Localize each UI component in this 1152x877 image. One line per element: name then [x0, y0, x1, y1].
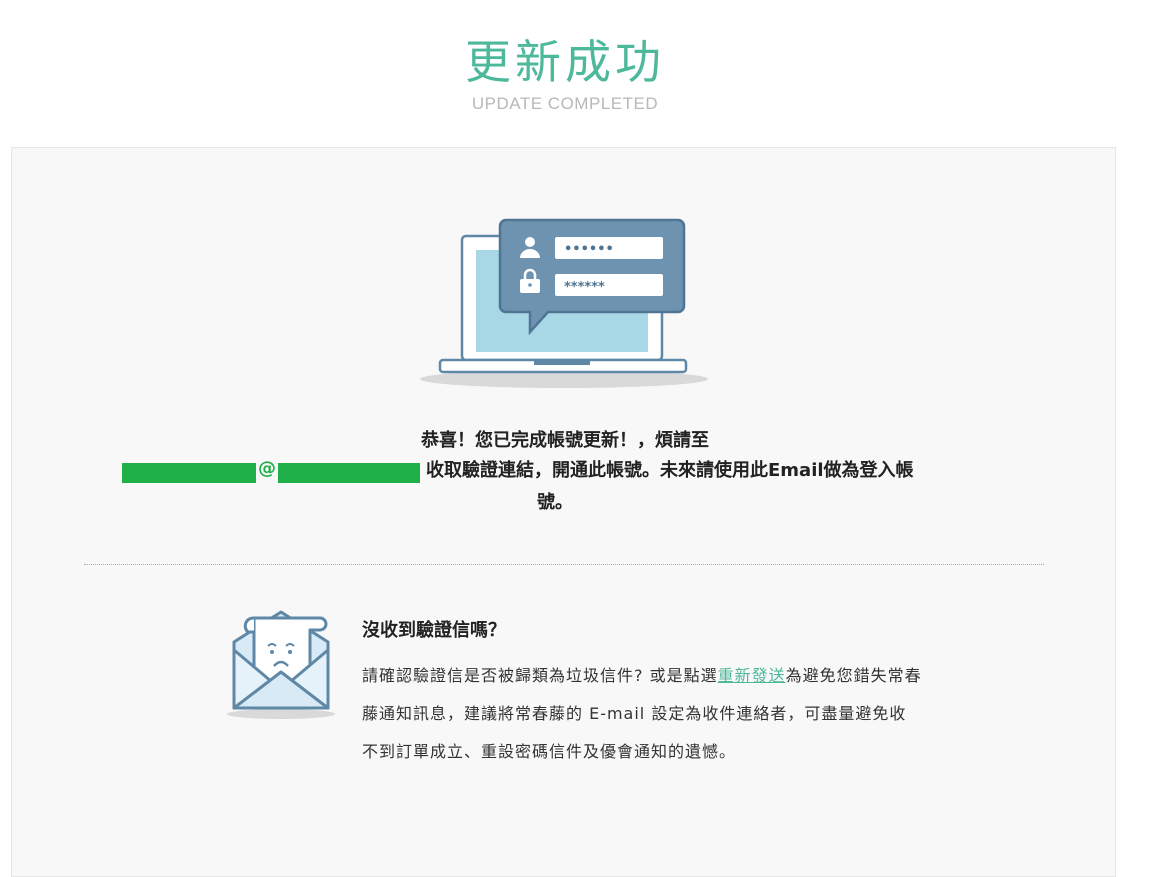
password-mask: ****** — [564, 280, 605, 295]
page-subtitle: UPDATE COMPLETED — [471, 94, 659, 113]
message-line-2: @ 收取驗證連結，開通此帳號。未來請使用此Email做為登入帳 — [120, 456, 1020, 486]
sad-envelope-icon — [227, 610, 335, 719]
help-title: 沒收到驗證信嗎？ — [362, 620, 506, 641]
help-body-text-1: 請確認驗證信是否被歸類為垃圾信件? 或是點選 — [362, 666, 718, 685]
divider — [84, 564, 1044, 565]
laptop-login-icon: •••••• ****** — [420, 218, 708, 388]
page-title: 更新成功 — [465, 35, 665, 89]
message-line-1: 恭喜！您已完成帳號更新！，煩請至 — [421, 430, 709, 451]
redacted-email-domain — [278, 463, 420, 483]
email-at-symbol: @ — [258, 458, 276, 479]
help-body: 請確認驗證信是否被歸類為垃圾信件? 或是點選重新發送為避免您錯失常春藤通知訊息，… — [362, 657, 922, 771]
redacted-email-user — [122, 463, 256, 483]
username-mask: •••••• — [564, 242, 614, 257]
message-line-2-text: 收取驗證連結，開通此帳號。未來請使用此Email做為登入帳 — [426, 460, 914, 481]
resend-link[interactable]: 重新發送 — [718, 666, 786, 685]
message-line-3: 號。 — [537, 492, 573, 513]
